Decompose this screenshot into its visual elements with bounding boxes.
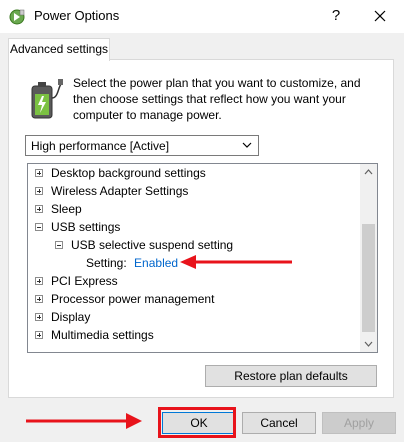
setting-value-link[interactable]: Enabled (134, 256, 178, 270)
expand-icon[interactable] (35, 331, 43, 339)
tree-item-label: Sleep (51, 202, 82, 216)
tree-item-label: USB selective suspend setting (71, 238, 234, 252)
settings-tree[interactable]: Desktop background settings Wireless Ada… (27, 163, 378, 353)
tree-item-label: Desktop background settings (51, 166, 206, 180)
apply-button: Apply (322, 412, 396, 434)
expand-icon[interactable] (35, 205, 43, 213)
expand-icon[interactable] (35, 313, 43, 321)
restore-plan-defaults-button[interactable]: Restore plan defaults (205, 365, 377, 387)
power-options-icon (9, 9, 25, 25)
collapse-icon[interactable] (35, 223, 43, 231)
setting-label: Setting: (86, 256, 127, 270)
description-text: Select the power plan that you want to c… (73, 76, 361, 122)
tree-item-label: Multimedia settings (51, 328, 154, 342)
power-plan-selected: High performance [Active] (31, 139, 170, 153)
collapse-icon[interactable] (55, 241, 63, 249)
tree-item-label: USB settings (51, 220, 121, 234)
scrollbar-thumb[interactable] (362, 224, 375, 332)
scroll-up-icon[interactable] (364, 169, 373, 175)
tree-item-label: Display (51, 310, 91, 324)
chevron-down-icon (242, 142, 252, 148)
tab-advanced-settings[interactable]: Advanced settings (8, 38, 110, 61)
expand-icon[interactable] (35, 277, 43, 285)
tree-scrollbar[interactable] (360, 164, 377, 352)
tree-item-label: PCI Express (51, 274, 118, 288)
expand-icon[interactable] (35, 295, 43, 303)
tree-item-setting: Setting: Enabled (86, 254, 178, 272)
expand-icon[interactable] (35, 187, 43, 195)
arrow-to-ok-icon (26, 413, 142, 429)
cancel-button[interactable]: Cancel (242, 412, 316, 434)
expand-icon[interactable] (35, 169, 43, 177)
tree-item-label: Wireless Adapter Settings (51, 184, 189, 198)
window-title: Power Options (34, 8, 120, 23)
power-options-window: Power Options ? Advanced settings Select… (0, 0, 404, 442)
help-button[interactable]: ? (322, 4, 350, 28)
tree-item-label: Processor power management (51, 292, 215, 306)
power-plan-dropdown[interactable]: High performance [Active] (25, 135, 259, 156)
title-bar[interactable]: Power Options ? (0, 0, 404, 33)
ok-button[interactable]: OK (162, 412, 236, 434)
scroll-down-icon[interactable] (364, 341, 373, 347)
close-icon[interactable] (366, 4, 394, 28)
battery-plug-icon (31, 79, 63, 119)
